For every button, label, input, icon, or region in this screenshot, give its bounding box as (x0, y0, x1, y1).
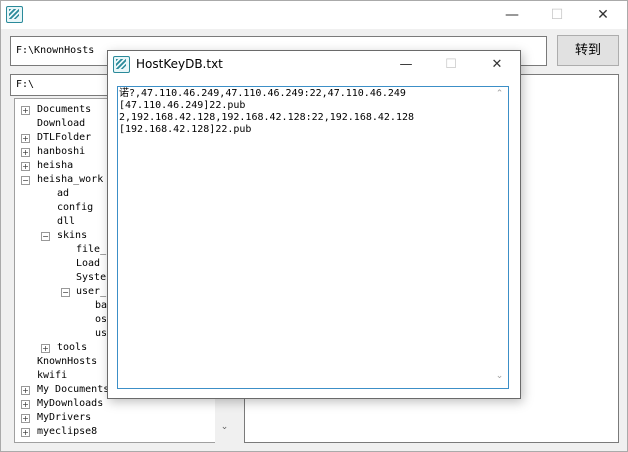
tree-item-load[interactable]: Load (76, 257, 100, 271)
tree-item-dtlfolder[interactable]: DTLFolder (37, 131, 91, 145)
drive-value: F:\ (16, 79, 35, 90)
app-icon (6, 6, 23, 23)
tree-item-ba[interactable]: ba (95, 299, 107, 313)
app-icon (113, 56, 130, 73)
scroll-down-icon[interactable]: ⌄ (491, 371, 508, 381)
expand-icon[interactable]: + (21, 428, 30, 437)
collapse-icon[interactable]: − (61, 288, 70, 297)
dialog-close-button[interactable]: ✕ (474, 51, 520, 78)
scroll-up-icon[interactable]: ⌃ (491, 89, 508, 99)
tree-item-download[interactable]: Download (37, 117, 85, 131)
editor-scrollbar[interactable]: ⌃ ⌄ (491, 87, 508, 388)
tree-item-heisha[interactable]: heisha (37, 159, 73, 173)
main-titlebar[interactable]: — ☐ ✕ (1, 1, 627, 29)
tree-item-ad[interactable]: ad (57, 187, 69, 201)
text-line: 2,192.168.42.128,192.168.42.128:22,192.1… (119, 112, 415, 123)
tree-item-kwifi[interactable]: kwifi (37, 369, 67, 383)
maximize-button[interactable]: ☐ (534, 1, 580, 29)
goto-button[interactable]: 转到 (557, 35, 619, 66)
text-line: [192.168.42.128]22.pub (119, 124, 252, 135)
tree-item-documents[interactable]: Documents (37, 103, 91, 117)
tree-item-mydownloads[interactable]: MyDownloads (37, 397, 103, 411)
tree-item-us[interactable]: us (95, 327, 107, 341)
expand-icon[interactable]: + (41, 344, 50, 353)
notepad-dialog: HostKeyDB.txt — ☐ ✕ 诺?,47.110.46.249,47.… (107, 50, 521, 399)
tree-item-config[interactable]: config (57, 201, 93, 215)
tree-item-skins[interactable]: skins (57, 229, 87, 243)
tree-item-heisha-work[interactable]: heisha_work (37, 173, 103, 187)
dialog-minimize-button[interactable]: — (383, 51, 429, 78)
expand-icon[interactable]: + (21, 162, 30, 171)
tree-item-dll[interactable]: dll (57, 215, 75, 229)
text-editor[interactable]: 诺?,47.110.46.249,47.110.46.249:22,47.110… (117, 86, 509, 389)
tree-item-mydrivers[interactable]: MyDrivers (37, 411, 91, 425)
tree-item-my-documents[interactable]: My Documents (37, 383, 109, 397)
tree-item-myeclipse8[interactable]: myeclipse8 (37, 425, 97, 439)
expand-icon[interactable]: + (21, 414, 30, 423)
collapse-icon[interactable]: − (21, 176, 30, 185)
tree-item-knownhosts[interactable]: KnownHosts (37, 355, 97, 369)
collapse-icon[interactable]: − (41, 232, 50, 241)
minimize-button[interactable]: — (489, 1, 535, 29)
dialog-title: HostKeyDB.txt (136, 57, 223, 71)
scroll-down-icon[interactable]: ⌄ (215, 422, 234, 432)
close-button[interactable]: ✕ (580, 1, 626, 29)
tree-item-os[interactable]: os (95, 313, 107, 327)
expand-icon[interactable]: + (21, 386, 30, 395)
tree-item-hanboshi[interactable]: hanboshi (37, 145, 85, 159)
dialog-titlebar[interactable]: HostKeyDB.txt — ☐ ✕ (108, 51, 520, 78)
tree-item-tools[interactable]: tools (57, 341, 87, 355)
path-value: F:\KnownHosts (16, 45, 95, 56)
expand-icon[interactable]: + (21, 400, 30, 409)
expand-icon[interactable]: + (21, 134, 30, 143)
dialog-maximize-button[interactable]: ☐ (428, 51, 474, 78)
expand-icon[interactable]: + (21, 148, 30, 157)
text-line: 诺?,47.110.46.249,47.110.46.249:22,47.110… (119, 88, 406, 99)
expand-icon[interactable]: + (21, 106, 30, 115)
text-line: [47.110.46.249]22.pub (119, 100, 246, 111)
